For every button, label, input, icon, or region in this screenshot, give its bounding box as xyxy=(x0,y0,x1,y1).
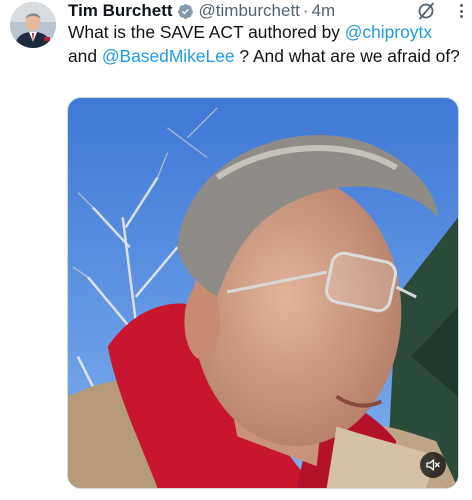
more-dot xyxy=(459,15,463,18)
more-dot xyxy=(459,9,463,13)
mention-link[interactable]: @chiproytx xyxy=(345,22,432,42)
avatar-image xyxy=(10,2,56,48)
more-dot xyxy=(459,4,463,7)
more-icon[interactable] xyxy=(452,0,470,22)
tweet[interactable]: Tim Burchett @timburchett · 4m What is t… xyxy=(0,0,472,500)
tweet-text: What is the SAVE ACT authored by @chipro… xyxy=(68,21,462,68)
grok-icon[interactable] xyxy=(416,1,436,21)
mute-button[interactable] xyxy=(420,452,446,478)
timestamp[interactable]: 4m xyxy=(312,1,336,21)
video-player[interactable] xyxy=(67,97,459,489)
video-frame xyxy=(68,98,458,488)
verified-badge-icon[interactable] xyxy=(177,3,194,20)
tweet-text-part: ? And what are we afraid of? xyxy=(234,45,460,66)
mention-link[interactable]: @BasedMikeLee xyxy=(102,46,235,66)
avatar[interactable] xyxy=(10,2,56,48)
tweet-text-part: What is the SAVE ACT authored by xyxy=(68,22,345,42)
separator-dot: · xyxy=(302,1,309,20)
tweet-header: Tim Burchett @timburchett · 4m xyxy=(68,0,464,22)
author-name[interactable]: Tim Burchett xyxy=(68,1,173,21)
speaker-muted-icon xyxy=(426,459,440,471)
tweet-text-part: and xyxy=(68,45,102,66)
author-handle[interactable]: @timburchett xyxy=(199,1,300,21)
